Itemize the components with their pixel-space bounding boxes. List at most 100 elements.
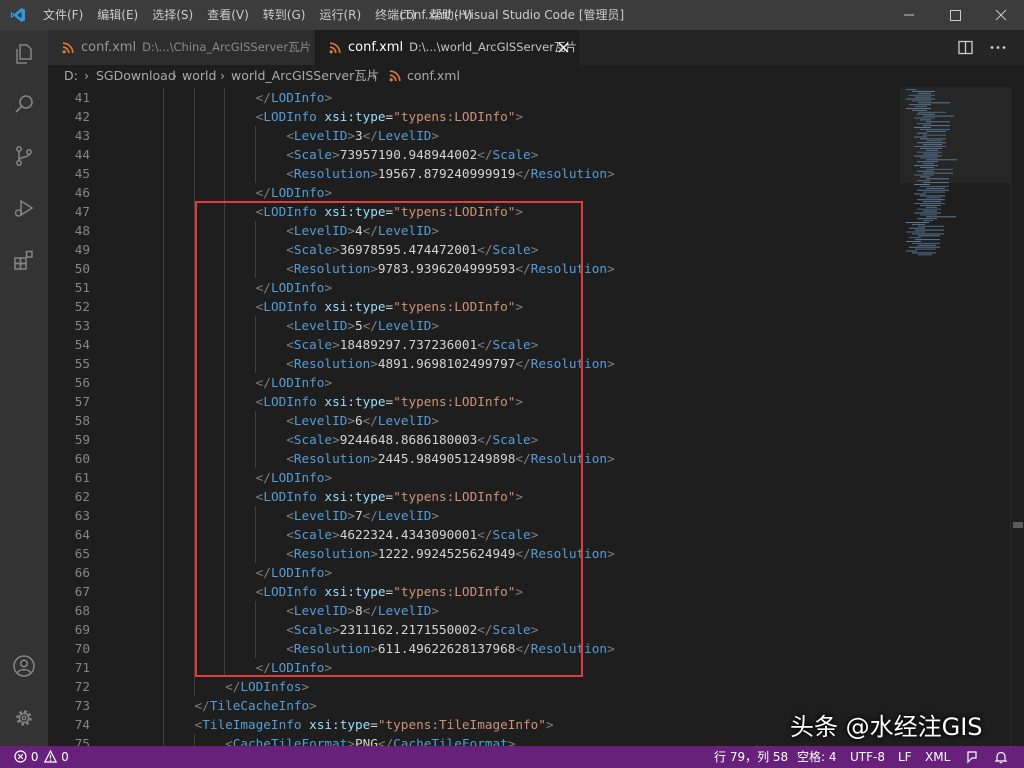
- indent-guide: [163, 658, 164, 677]
- indent-guide: [224, 278, 226, 297]
- activity-bar: [0, 30, 48, 746]
- breadcrumb-file[interactable]: conf.xml: [407, 65, 460, 87]
- minimap-line: [915, 239, 940, 241]
- error-count: 0: [30, 750, 39, 764]
- extensions-icon[interactable]: [12, 248, 36, 272]
- run-debug-icon[interactable]: [12, 196, 36, 220]
- minimap-line: [909, 237, 921, 239]
- language-mode[interactable]: XML: [925, 746, 950, 768]
- indent-guide: [224, 487, 226, 506]
- code-token: <: [286, 356, 294, 371]
- indent-guide: [193, 126, 195, 145]
- code-line: </LODInfo>: [256, 468, 332, 487]
- more-actions-icon[interactable]: [990, 45, 1006, 50]
- vertical-scrollbar[interactable]: [1010, 87, 1024, 746]
- menu-run[interactable]: 运行(R): [312, 0, 368, 30]
- indentation-setting[interactable]: 空格: 4: [797, 746, 837, 768]
- indent-guide: [193, 563, 195, 582]
- minimap-viewport[interactable]: [900, 87, 1010, 183]
- search-icon[interactable]: [12, 92, 36, 116]
- indent-guide: [193, 202, 195, 221]
- cursor-position[interactable]: 行 79，列 58: [714, 746, 788, 768]
- code-token: </: [477, 147, 493, 162]
- code-editor[interactable]: 41 </LODInfo> 42 <LODInfo xsi:type="typens:…: [48, 87, 900, 746]
- minimap-line: [906, 222, 929, 223]
- indent-guide: [224, 392, 226, 411]
- menu-help[interactable]: 帮助(H): [423, 0, 479, 30]
- indent-guide: [224, 449, 226, 468]
- code-line: </LODInfo>: [256, 278, 332, 297]
- code-line: </LODInfo>: [256, 88, 332, 107]
- tab-conf-xml-world[interactable]: conf.xml D:\...\world_ArcGISServer瓦片: [315, 30, 579, 65]
- indent-guide: [193, 240, 195, 259]
- code-token: 2311162.2171550002: [339, 622, 478, 637]
- code-line: </LODInfo>: [256, 373, 332, 392]
- chevron-right-icon: ›: [372, 68, 377, 83]
- indent-guide: [163, 468, 164, 487]
- indent-guide: [193, 88, 195, 107]
- code-token: >: [324, 280, 333, 295]
- indent-guide: [254, 449, 256, 468]
- minimap-line: [926, 206, 937, 208]
- code-token: TileImageInfo: [202, 717, 302, 732]
- minimize-button[interactable]: [886, 0, 932, 30]
- vscode-logo-icon: [10, 8, 25, 22]
- indent-guide: [193, 506, 195, 525]
- breadcrumb-world-arcgisserver[interactable]: world_ArcGISServer瓦片: [231, 65, 379, 87]
- menu-selection[interactable]: 选择(S): [145, 0, 200, 30]
- code-token: >: [530, 242, 539, 257]
- warning-icon: [44, 749, 58, 763]
- line-number: 68: [74, 603, 90, 618]
- breadcrumb-world[interactable]: world: [182, 65, 216, 87]
- close-tab-icon[interactable]: [558, 42, 569, 53]
- maximize-button[interactable]: [932, 0, 978, 30]
- indent-guide: [193, 620, 195, 639]
- code-token: <: [286, 337, 294, 352]
- settings-gear-icon[interactable]: [12, 706, 36, 730]
- split-editor-icon[interactable]: [958, 40, 973, 55]
- indent-guide: [224, 183, 226, 202]
- indent-guide: [224, 240, 226, 259]
- line-number: 49: [74, 242, 90, 257]
- problems-indicator[interactable]: 0 0: [14, 746, 69, 768]
- code-token: 4891.9698102499797: [377, 356, 516, 371]
- explorer-icon[interactable]: [12, 42, 36, 66]
- code-token: </: [255, 470, 271, 485]
- code-token: LODInfo: [270, 470, 325, 485]
- encoding-setting[interactable]: UTF-8: [850, 746, 885, 768]
- code-token: =: [370, 717, 378, 732]
- indent-guide: [224, 88, 226, 107]
- code-token: Resolution: [530, 261, 608, 276]
- code-token: <: [286, 223, 294, 238]
- indent-guide: [163, 677, 164, 696]
- code-token: >: [347, 413, 355, 428]
- breadcrumb-sgdownload[interactable]: SGDownload: [96, 65, 176, 87]
- minimap-line: [915, 229, 944, 231]
- indent-guide: [224, 107, 226, 126]
- menu-view[interactable]: 查看(V): [200, 0, 256, 30]
- breadcrumb-drive[interactable]: D:: [64, 65, 78, 87]
- minimap[interactable]: [900, 87, 1010, 746]
- menu-go[interactable]: 转到(G): [256, 0, 313, 30]
- indent-guide: [193, 107, 195, 126]
- line-number: 66: [74, 565, 90, 580]
- code-token: >: [607, 451, 615, 466]
- feedback-icon[interactable]: [965, 750, 979, 764]
- line-number: 45: [74, 166, 90, 181]
- menu-file[interactable]: 文件(F): [36, 0, 90, 30]
- code-token: >: [347, 128, 355, 143]
- close-window-button[interactable]: [978, 0, 1024, 30]
- notifications-bell-icon[interactable]: [994, 750, 1008, 764]
- code-token: Resolution: [530, 356, 608, 371]
- menu-edit[interactable]: 编辑(E): [90, 0, 145, 30]
- tab-conf-xml-china[interactable]: conf.xml D:\...\China_ArcGISServer瓦片: [48, 30, 315, 65]
- scrollbar-thumb[interactable]: [1013, 522, 1023, 528]
- indent-guide: [254, 259, 256, 278]
- eol-setting[interactable]: LF: [898, 746, 912, 768]
- source-control-icon[interactable]: [12, 144, 36, 168]
- code-token: >: [347, 318, 355, 333]
- code-token: 9783.9396204999593: [377, 261, 516, 276]
- menu-terminal[interactable]: 终端(T): [368, 0, 423, 30]
- line-number: 74: [74, 717, 90, 732]
- accounts-icon[interactable]: [12, 654, 36, 678]
